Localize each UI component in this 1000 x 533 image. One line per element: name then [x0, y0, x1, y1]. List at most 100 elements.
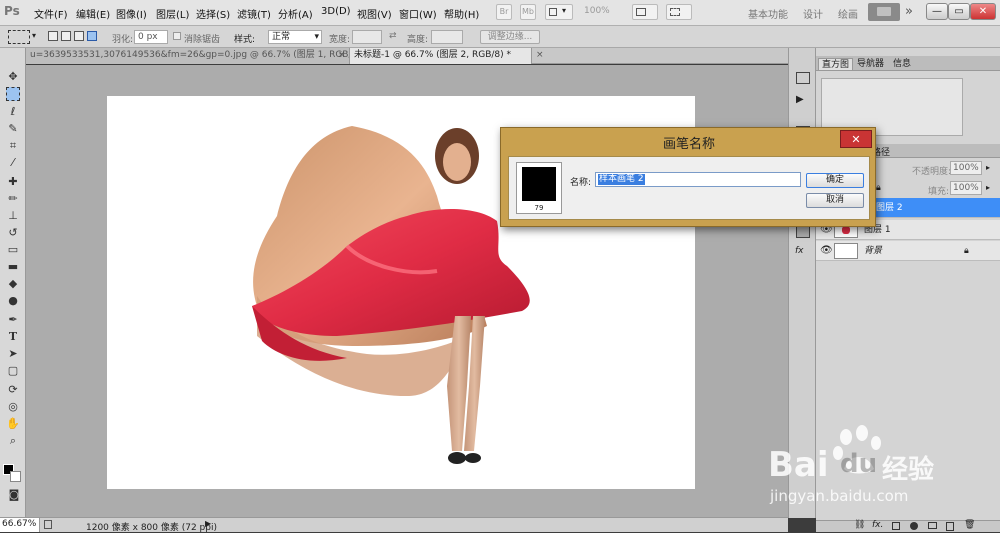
- healing-brush-tool-icon[interactable]: ✚: [6, 175, 20, 189]
- quick-select-tool-icon[interactable]: ✎: [6, 122, 20, 136]
- new-layer-icon[interactable]: [946, 522, 954, 531]
- chevron-right-icon[interactable]: ▸: [986, 163, 990, 172]
- menu-select[interactable]: 选择(S): [196, 6, 230, 21]
- 3d-orbit-tool-icon[interactable]: ◎: [6, 400, 20, 414]
- mask-icon[interactable]: [892, 522, 900, 530]
- brush-name-input[interactable]: 样本画笔 2: [595, 172, 801, 187]
- style-select[interactable]: 正常 ▾: [268, 30, 322, 44]
- path-select-tool-icon[interactable]: ➤: [6, 347, 20, 361]
- dodge-tool-icon[interactable]: ●: [6, 294, 20, 308]
- menu-analysis[interactable]: 分析(A): [278, 6, 313, 21]
- quick-mask-icon[interactable]: ◙: [7, 488, 21, 502]
- marquee-tool-icon[interactable]: [6, 87, 20, 101]
- swap-icon[interactable]: ⇄: [389, 31, 397, 41]
- menu-filter[interactable]: 滤镜(T): [237, 6, 271, 21]
- trash-icon[interactable]: 🗑︎: [964, 520, 975, 530]
- opacity-input[interactable]: 100%: [950, 161, 982, 175]
- zoom-level[interactable]: 66.67%: [0, 518, 40, 532]
- workspace-current[interactable]: [868, 3, 900, 21]
- height-input[interactable]: [431, 30, 463, 44]
- menu-file[interactable]: 文件(F): [34, 6, 68, 21]
- eye-icon[interactable]: 👁︎: [820, 241, 833, 261]
- marquee-preset-icon[interactable]: [8, 30, 30, 44]
- view-extras-button[interactable]: ▾: [545, 4, 573, 20]
- rectangle-tool-icon[interactable]: ▢: [6, 364, 20, 378]
- actions-panel-icon[interactable]: ▶: [796, 94, 804, 105]
- brush-tool-icon[interactable]: ✏: [6, 192, 20, 206]
- chevron-down-icon[interactable]: ▾: [32, 31, 36, 40]
- close-tab-icon[interactable]: ×: [338, 50, 346, 60]
- background-color-swatch[interactable]: [10, 471, 21, 482]
- restore-button[interactable]: ▭: [948, 3, 970, 20]
- chevron-right-icon[interactable]: ▸: [986, 183, 990, 192]
- new-selection-icon[interactable]: [48, 31, 58, 41]
- antialias-checkbox[interactable]: [173, 32, 181, 40]
- move-tool-icon[interactable]: ✥: [6, 70, 20, 84]
- workspace-design[interactable]: 设计: [803, 6, 823, 21]
- tab-document-2[interactable]: 未标题-1 @ 66.7% (图层 2, RGB/8) *: [350, 48, 532, 64]
- zoom-dropdown[interactable]: 100%: [584, 6, 610, 16]
- chevron-right-icon[interactable]: ▶: [205, 519, 211, 528]
- fill-input[interactable]: 100%: [950, 181, 982, 195]
- intersect-selection-icon[interactable]: [87, 31, 97, 41]
- eyedropper-tool-icon[interactable]: ⁄: [6, 156, 20, 170]
- menu-3d[interactable]: 3D(D): [321, 6, 351, 17]
- 3d-rotate-tool-icon[interactable]: ⟳: [6, 383, 20, 397]
- mini-bridge-button[interactable]: Mb: [520, 4, 536, 20]
- subtract-selection-icon[interactable]: [74, 31, 84, 41]
- type-tool-icon[interactable]: T: [6, 330, 20, 344]
- lasso-tool-icon[interactable]: ℓ: [6, 105, 20, 119]
- close-tab-icon[interactable]: ×: [536, 50, 544, 60]
- clone-stamp-tool-icon[interactable]: ⊥: [6, 209, 20, 223]
- close-window-button[interactable]: ✕: [970, 3, 996, 20]
- hand-tool-icon[interactable]: ✋: [6, 417, 20, 431]
- history-brush-tool-icon[interactable]: ↺: [6, 226, 20, 240]
- fx-button[interactable]: fx.: [872, 520, 883, 530]
- refine-edge-button[interactable]: 调整边缘...: [480, 30, 540, 44]
- crop-tool-icon[interactable]: ⌗: [6, 139, 20, 153]
- style-label: 样式:: [234, 35, 256, 45]
- cancel-button[interactable]: 取消: [806, 193, 864, 208]
- styles-panel-icon[interactable]: [796, 226, 810, 238]
- width-input[interactable]: [352, 30, 382, 44]
- history-panel-icon[interactable]: [796, 72, 810, 84]
- fx-panel-icon[interactable]: fx: [795, 246, 804, 256]
- link-layers-icon[interactable]: ⛓: [854, 520, 865, 530]
- adjustment-icon[interactable]: [910, 522, 918, 530]
- antialias-label: 消除锯齿: [184, 35, 221, 45]
- workspace-essentials[interactable]: 基本功能: [748, 6, 788, 21]
- tab-document-1[interactable]: u=3639533531,3076149536&fm=26&gp=0.jpg @…: [26, 48, 350, 64]
- menu-image[interactable]: 图像(I): [116, 6, 147, 21]
- group-icon[interactable]: [928, 522, 937, 529]
- height-label: 高度:: [407, 35, 429, 45]
- gradient-tool-icon[interactable]: ▬: [6, 260, 20, 274]
- pen-tool-icon[interactable]: ✒: [6, 313, 20, 327]
- menu-layer[interactable]: 图层(L): [156, 6, 189, 21]
- menu-help[interactable]: 帮助(H): [444, 6, 479, 21]
- menu-window[interactable]: 窗口(W): [399, 6, 437, 21]
- more-workspaces-icon[interactable]: »: [905, 4, 913, 19]
- eraser-tool-icon[interactable]: ▭: [6, 243, 20, 257]
- menu-view[interactable]: 视图(V): [357, 6, 392, 21]
- bridge-button[interactable]: Br: [496, 4, 512, 20]
- tab-histogram[interactable]: 直方图: [818, 58, 854, 71]
- arrange-documents-button[interactable]: [632, 4, 658, 20]
- tab-info[interactable]: 信息: [890, 58, 914, 71]
- ok-button[interactable]: 确定: [806, 173, 864, 188]
- lock-icon[interactable]: 🔒︎: [876, 183, 881, 193]
- tab-navigator[interactable]: 导航器: [854, 58, 887, 71]
- minimize-button[interactable]: —: [926, 3, 948, 20]
- zoom-tool-icon[interactable]: ⌕: [6, 434, 20, 448]
- grid-icon: [549, 8, 557, 16]
- blur-tool-icon[interactable]: ◆: [6, 277, 20, 291]
- feather-label: 羽化:: [112, 35, 134, 45]
- chevron-down-icon: ▾: [562, 6, 567, 15]
- workspace-painting[interactable]: 绘画: [838, 6, 858, 21]
- dialog-close-button[interactable]: ✕: [840, 130, 872, 148]
- screen-mode-button[interactable]: [666, 4, 692, 20]
- menu-edit[interactable]: 编辑(E): [76, 6, 110, 21]
- doc-info-icon[interactable]: [44, 520, 52, 529]
- feather-input[interactable]: 0 px: [134, 30, 168, 44]
- add-selection-icon[interactable]: [61, 31, 71, 41]
- layer-row[interactable]: 👁︎ 背景 🔒︎: [816, 241, 1000, 261]
